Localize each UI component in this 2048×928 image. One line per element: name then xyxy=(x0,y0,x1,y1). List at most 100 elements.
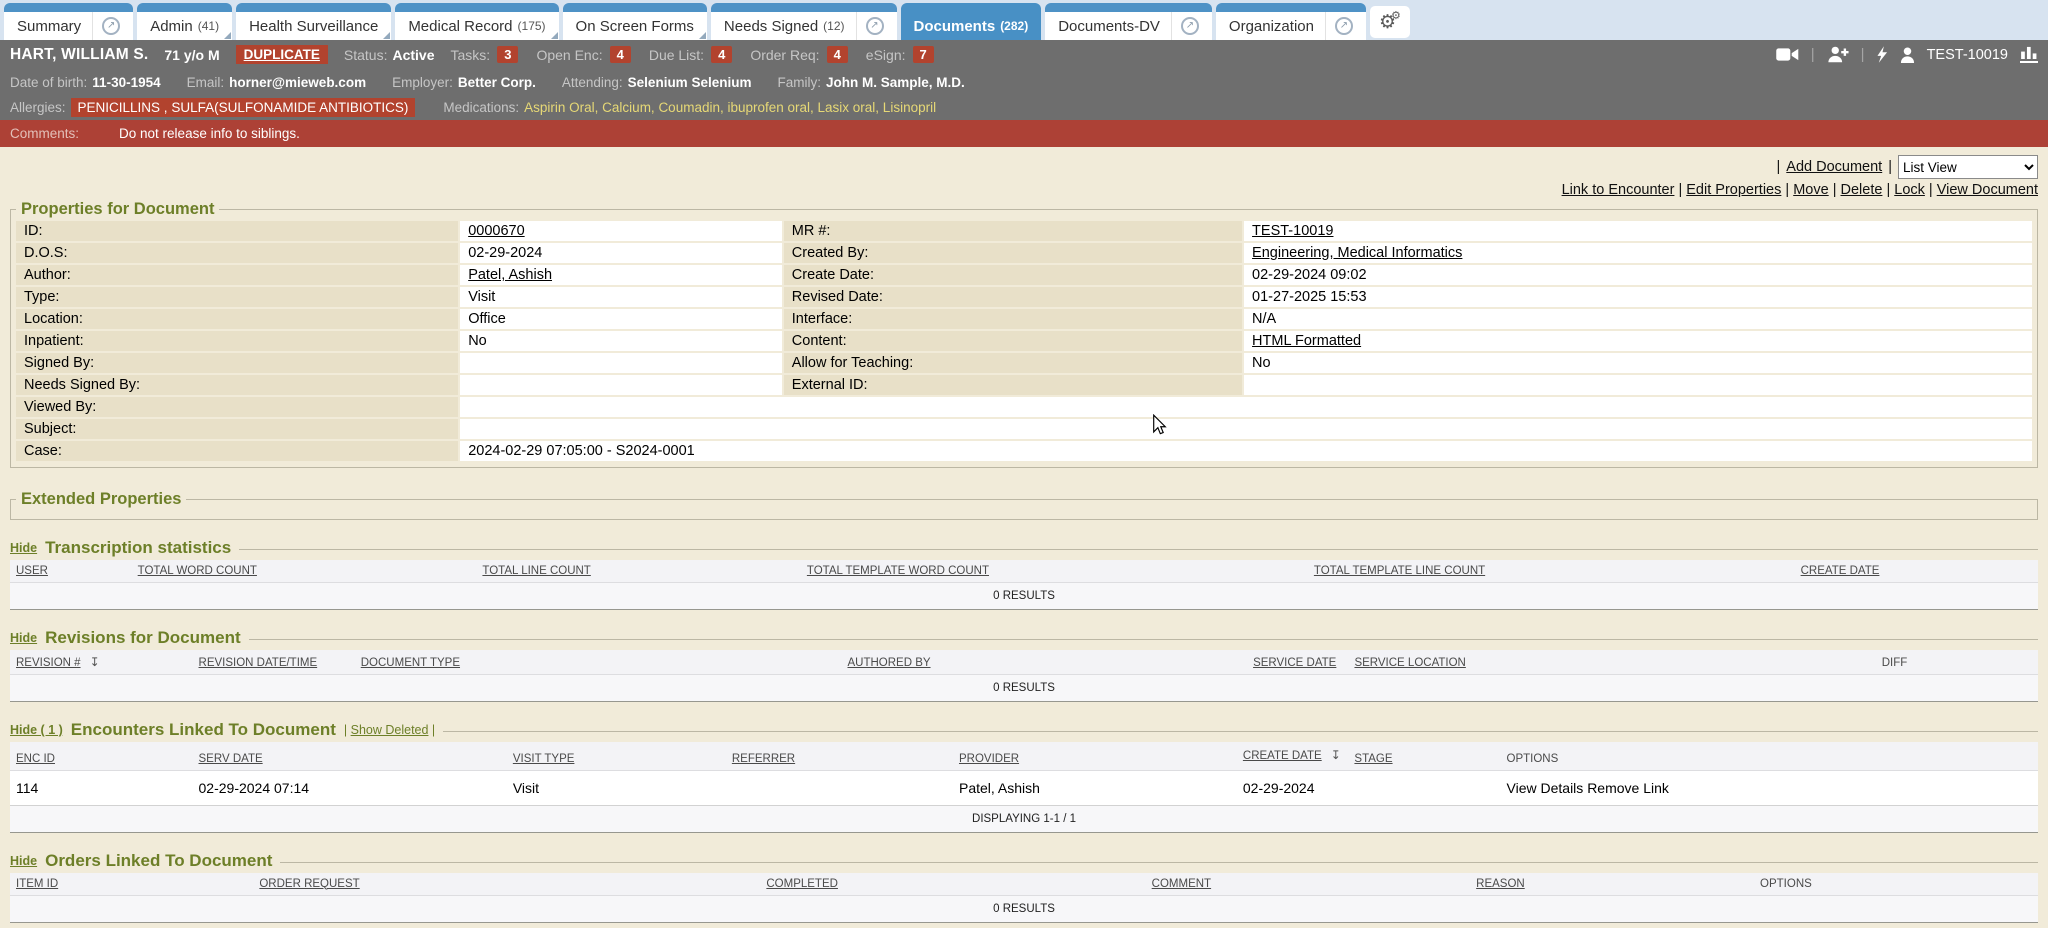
patient-id: TEST-10019 xyxy=(1927,47,2008,63)
property-value-link[interactable]: 0000670 xyxy=(468,223,524,239)
counter-badge[interactable]: 7 xyxy=(913,46,934,63)
tab-documents-dv[interactable]: Documents-DV↗ xyxy=(1045,3,1212,40)
property-value-link[interactable]: Patel, Ashish xyxy=(468,267,552,283)
action-lock[interactable]: Lock xyxy=(1894,182,1925,198)
orders-title: Orders Linked To Document xyxy=(45,851,272,871)
column-header-label[interactable]: PROVIDER xyxy=(959,753,1019,765)
row-option-view-details[interactable]: View Details xyxy=(1507,780,1584,796)
column-header-label[interactable]: STAGE xyxy=(1354,753,1392,765)
property-label: MR #: xyxy=(784,221,1242,241)
demographic-date-of-birth: Date of birth:11-30-1954 xyxy=(10,75,161,90)
counter-badge[interactable]: 4 xyxy=(610,46,631,63)
tab-on-screen-forms[interactable]: On Screen Forms xyxy=(563,3,707,40)
action-link-to-encounter[interactable]: Link to Encounter xyxy=(1562,182,1675,198)
column-header-label[interactable]: ENC ID xyxy=(16,753,55,765)
column-header-label[interactable]: TOTAL TEMPLATE WORD COUNT xyxy=(807,565,989,577)
column-header-label[interactable]: REVISION # xyxy=(16,657,81,669)
encounters-hide-link[interactable]: Hide ( 1 ) xyxy=(10,723,63,737)
demographic-label: Attending: xyxy=(562,75,623,90)
action-delete[interactable]: Delete xyxy=(1841,182,1883,198)
transcription-hide-link[interactable]: Hide xyxy=(10,541,37,555)
tab-external-open[interactable]: ↗ xyxy=(1325,12,1353,40)
allergies-value[interactable]: PENICILLINS , SULFA(SULFONAMIDE ANTIBIOT… xyxy=(71,98,416,117)
patient-header: HART, WILLIAM S. 71 y/o M DUPLICATE Stat… xyxy=(0,40,2048,120)
tab-settings-button[interactable]: ⚙⚙ xyxy=(1370,6,1410,38)
column-header-label[interactable]: SERV DATE xyxy=(199,753,263,765)
lightning-icon[interactable] xyxy=(1877,46,1888,63)
toolbar-row-2: Link to Encounter | Edit Properties | Mo… xyxy=(10,182,2038,198)
counter-badge[interactable]: 4 xyxy=(827,46,848,63)
video-camera-icon[interactable] xyxy=(1776,47,1799,62)
patient-demographics-row: Date of birth:11-30-1954Email:horner@mie… xyxy=(0,69,2048,95)
column-header-label[interactable]: REFERRER xyxy=(732,753,795,765)
tab-external-open[interactable]: ↗ xyxy=(1171,12,1199,40)
tab-external-open[interactable]: ↗ xyxy=(856,12,884,40)
column-header-label[interactable]: REVISION DATE/TIME xyxy=(199,657,318,669)
column-header-label[interactable]: ORDER REQUEST xyxy=(259,878,359,890)
column-header-label[interactable]: CREATE DATE xyxy=(1243,750,1322,762)
property-value-link[interactable]: Engineering, Medical Informatics xyxy=(1252,245,1462,261)
sort-icon[interactable]: ↧ xyxy=(1331,747,1341,763)
person-icon[interactable] xyxy=(1900,47,1915,63)
tab-label: Medical Record xyxy=(408,18,512,35)
patient-allergies-row: Allergies: PENICILLINS , SULFA(SULFONAMI… xyxy=(0,95,2048,120)
divider: | xyxy=(1861,46,1865,63)
encounters-section-header: Hide ( 1 ) Encounters Linked To Document… xyxy=(10,720,2038,740)
tab-medical-record[interactable]: Medical Record(175) xyxy=(395,3,558,40)
property-label: Content: xyxy=(784,331,1242,351)
action-edit-properties[interactable]: Edit Properties xyxy=(1686,182,1781,198)
property-value: 0000670 xyxy=(460,221,782,241)
tab-external-open[interactable]: ↗ xyxy=(92,12,120,40)
tab-needs-signed[interactable]: Needs Signed(12)↗ xyxy=(711,3,897,40)
column-header-label[interactable]: SERVICE LOCATION xyxy=(1354,657,1465,669)
property-value: Office xyxy=(460,309,782,329)
tab-health-surveillance[interactable]: Health Surveillance xyxy=(236,3,391,40)
orders-hide-link[interactable]: Hide xyxy=(10,854,37,868)
column-header-label[interactable]: COMMENT xyxy=(1152,878,1211,890)
empty-results-text: 0 RESULTS xyxy=(10,583,2038,610)
column-header-label[interactable]: TOTAL WORD COUNT xyxy=(138,565,257,577)
column-header-item-id: ITEM ID xyxy=(10,873,253,896)
column-header-label[interactable]: CREATE DATE xyxy=(1801,565,1880,577)
column-header-label[interactable]: AUTHORED BY xyxy=(847,657,930,669)
cell-referrer xyxy=(726,770,953,805)
duplicate-flag[interactable]: DUPLICATE xyxy=(236,45,328,64)
property-value-link[interactable]: HTML Formatted xyxy=(1252,333,1361,349)
tab-documents[interactable]: Documents(282) xyxy=(901,3,1042,40)
tab-bar: Summary↗Admin(41)Health SurveillanceMedi… xyxy=(0,0,2048,40)
property-value-link[interactable]: TEST-10019 xyxy=(1252,223,1333,239)
column-header-label[interactable]: TOTAL LINE COUNT xyxy=(482,565,590,577)
column-header-label[interactable]: TOTAL TEMPLATE LINE COUNT xyxy=(1314,565,1485,577)
column-header-label[interactable]: COMPLETED xyxy=(766,878,838,890)
tab-summary[interactable]: Summary↗ xyxy=(4,3,133,40)
divider: | xyxy=(1777,159,1781,175)
add-document-link[interactable]: Add Document xyxy=(1786,159,1882,175)
column-header-label[interactable]: REASON xyxy=(1476,878,1525,890)
add-person-icon[interactable] xyxy=(1827,46,1849,63)
medications-value[interactable]: Aspirin Oral, Calcium, Coumadin, ibuprof… xyxy=(524,100,936,115)
tab-organization[interactable]: Organization↗ xyxy=(1216,3,1366,40)
divider: | xyxy=(1781,182,1793,198)
property-value: 2024-02-29 07:05:00 - S2024-0001 xyxy=(460,441,2032,461)
revisions-hide-link[interactable]: Hide xyxy=(10,631,37,645)
view-mode-select[interactable]: List View xyxy=(1898,155,2038,179)
show-deleted-link[interactable]: Show Deleted xyxy=(351,723,429,737)
property-label: Allow for Teaching: xyxy=(784,353,1242,373)
sort-icon[interactable]: ↧ xyxy=(90,655,100,669)
dropdown-fold-icon xyxy=(383,32,390,39)
column-header-label[interactable]: SERVICE DATE xyxy=(1253,657,1336,669)
column-header-label[interactable]: VISIT TYPE xyxy=(513,753,575,765)
cell-stage xyxy=(1348,770,1500,805)
row-option-remove-link[interactable]: Remove Link xyxy=(1587,780,1669,796)
dropdown-fold-icon xyxy=(699,32,706,39)
counter-badge[interactable]: 4 xyxy=(711,46,732,63)
counter-badge[interactable]: 3 xyxy=(497,46,518,63)
property-row: Subject: xyxy=(16,419,2032,439)
tab-admin[interactable]: Admin(41) xyxy=(137,3,232,40)
column-header-label[interactable]: DOCUMENT TYPE xyxy=(361,657,460,669)
action-view-document[interactable]: View Document xyxy=(1937,182,2038,198)
column-header-label[interactable]: ITEM ID xyxy=(16,878,58,890)
action-move[interactable]: Move xyxy=(1793,182,1828,198)
bar-chart-icon[interactable] xyxy=(2020,46,2038,63)
column-header-label[interactable]: USER xyxy=(16,565,48,577)
